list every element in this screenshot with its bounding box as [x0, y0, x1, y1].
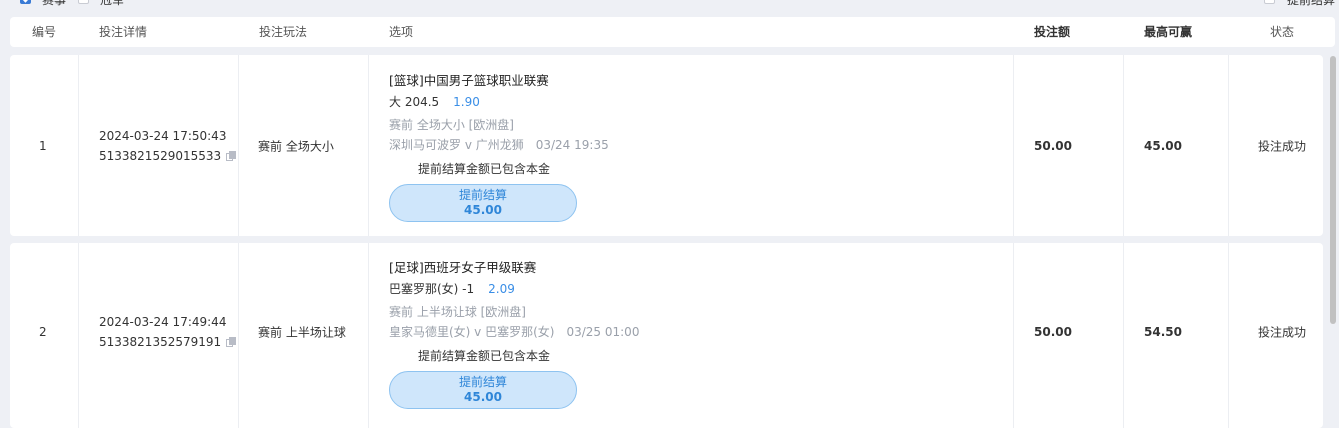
market-info: 赛前 全场大小 [欧洲盘]	[389, 118, 514, 132]
row-id: 1	[39, 138, 47, 153]
vertical-scrollbar[interactable]	[1330, 56, 1336, 324]
play-type: 赛前 上半场让球	[258, 325, 346, 340]
cell-option: [足球]西班牙女子甲级联赛 巴塞罗那(女) -1 2.09 赛前 上半场让球 [欧…	[369, 243, 1014, 428]
copy-icon[interactable]	[226, 150, 237, 161]
play-type: 赛前 全场大小	[258, 139, 334, 153]
status-text: 投注成功	[1258, 139, 1307, 153]
cell-detail: 2024-03-24 17:50:43 5133821529015533	[79, 55, 239, 236]
bet-time: 2024-03-24 17:49:44	[99, 315, 227, 329]
bet-pick: 巴塞罗那(女) -1	[389, 282, 475, 296]
table-header: 编号 投注详情 投注玩法 选项 投注额 最高可赢 状态	[10, 17, 1335, 47]
match-teams: 深圳马可波罗 v 广州龙狮	[389, 138, 524, 152]
early-settle-label: 提前结算	[458, 188, 507, 202]
league-name: [篮球]中国男子篮球职业联赛	[389, 73, 549, 88]
odds: 1.90	[453, 95, 480, 109]
cell-status: 投注成功	[1229, 243, 1323, 428]
stake-amount: 50.00	[1034, 138, 1072, 153]
cell-id: 2	[10, 243, 79, 428]
col-stake: 投注额	[1034, 25, 1071, 39]
copy-icon[interactable]	[226, 337, 237, 347]
early-settle-checkbox-label: 提前结算	[1287, 0, 1336, 7]
table-row: 2 2024-03-24 17:49:44 5133821352579191 赛…	[10, 243, 1323, 428]
market-info: 赛前 上半场让球 [欧洲盘]	[389, 305, 526, 319]
cell-status: 投注成功	[1229, 55, 1323, 236]
col-max-win: 最高可赢	[1144, 25, 1193, 39]
col-play: 投注玩法	[259, 25, 308, 39]
row-id: 2	[39, 325, 47, 339]
col-id: 编号	[32, 25, 57, 39]
cell-play: 赛前 上半场让球	[239, 243, 369, 428]
odds: 2.09	[488, 282, 515, 296]
table-row: 1 2024-03-24 17:50:43 5133821529015533 赛…	[10, 55, 1323, 236]
order-number: 5133821529015533	[99, 148, 222, 163]
filter-bar: 赛事 冠军 提前结算	[0, 0, 1339, 9]
match-checkbox[interactable]	[20, 0, 31, 4]
cell-id: 1	[10, 55, 79, 236]
league-name: [足球]西班牙女子甲级联赛	[389, 260, 537, 275]
early-settle-checkbox[interactable]	[1264, 0, 1275, 4]
cell-max-win: 54.50	[1124, 243, 1229, 428]
match-teams: 皇家马德里(女) v 巴塞罗那(女)	[389, 325, 555, 339]
cell-max-win: 45.00	[1124, 55, 1229, 236]
col-status: 状态	[1270, 25, 1295, 39]
bet-pick: 大 204.5	[389, 95, 440, 109]
cell-play: 赛前 全场大小	[239, 55, 369, 236]
col-option: 选项	[389, 25, 414, 39]
col-detail: 投注详情	[99, 25, 148, 39]
early-settle-label: 提前结算	[458, 375, 507, 389]
settle-note: 提前结算金额已包含本金	[418, 349, 551, 363]
early-settle-button[interactable]: 提前结算 45.00	[389, 371, 577, 409]
stake-amount: 50.00	[1034, 325, 1072, 339]
max-win-amount: 45.00	[1144, 138, 1182, 153]
match-time: 03/24 19:35	[535, 138, 609, 152]
champion-checkbox-label: 冠军	[100, 0, 125, 7]
early-settle-amount: 45.00	[464, 203, 502, 217]
early-settle-button[interactable]: 提前结算 45.00	[389, 184, 577, 222]
cell-detail: 2024-03-24 17:49:44 5133821352579191	[79, 243, 239, 428]
bet-time: 2024-03-24 17:50:43	[99, 128, 227, 143]
cell-stake: 50.00	[1014, 243, 1124, 428]
cell-option: [篮球]中国男子篮球职业联赛 大 204.5 1.90 赛前 全场大小 [欧洲盘]…	[369, 55, 1014, 236]
match-checkbox-label: 赛事	[42, 0, 67, 7]
early-settle-amount: 45.00	[464, 390, 502, 404]
champion-checkbox[interactable]	[78, 0, 89, 4]
status-text: 投注成功	[1258, 325, 1307, 340]
match-time: 03/25 01:00	[566, 325, 640, 339]
settle-note: 提前结算金额已包含本金	[418, 162, 551, 176]
order-number: 5133821352579191	[99, 335, 222, 349]
cell-stake: 50.00	[1014, 55, 1124, 236]
max-win-amount: 54.50	[1144, 325, 1182, 339]
